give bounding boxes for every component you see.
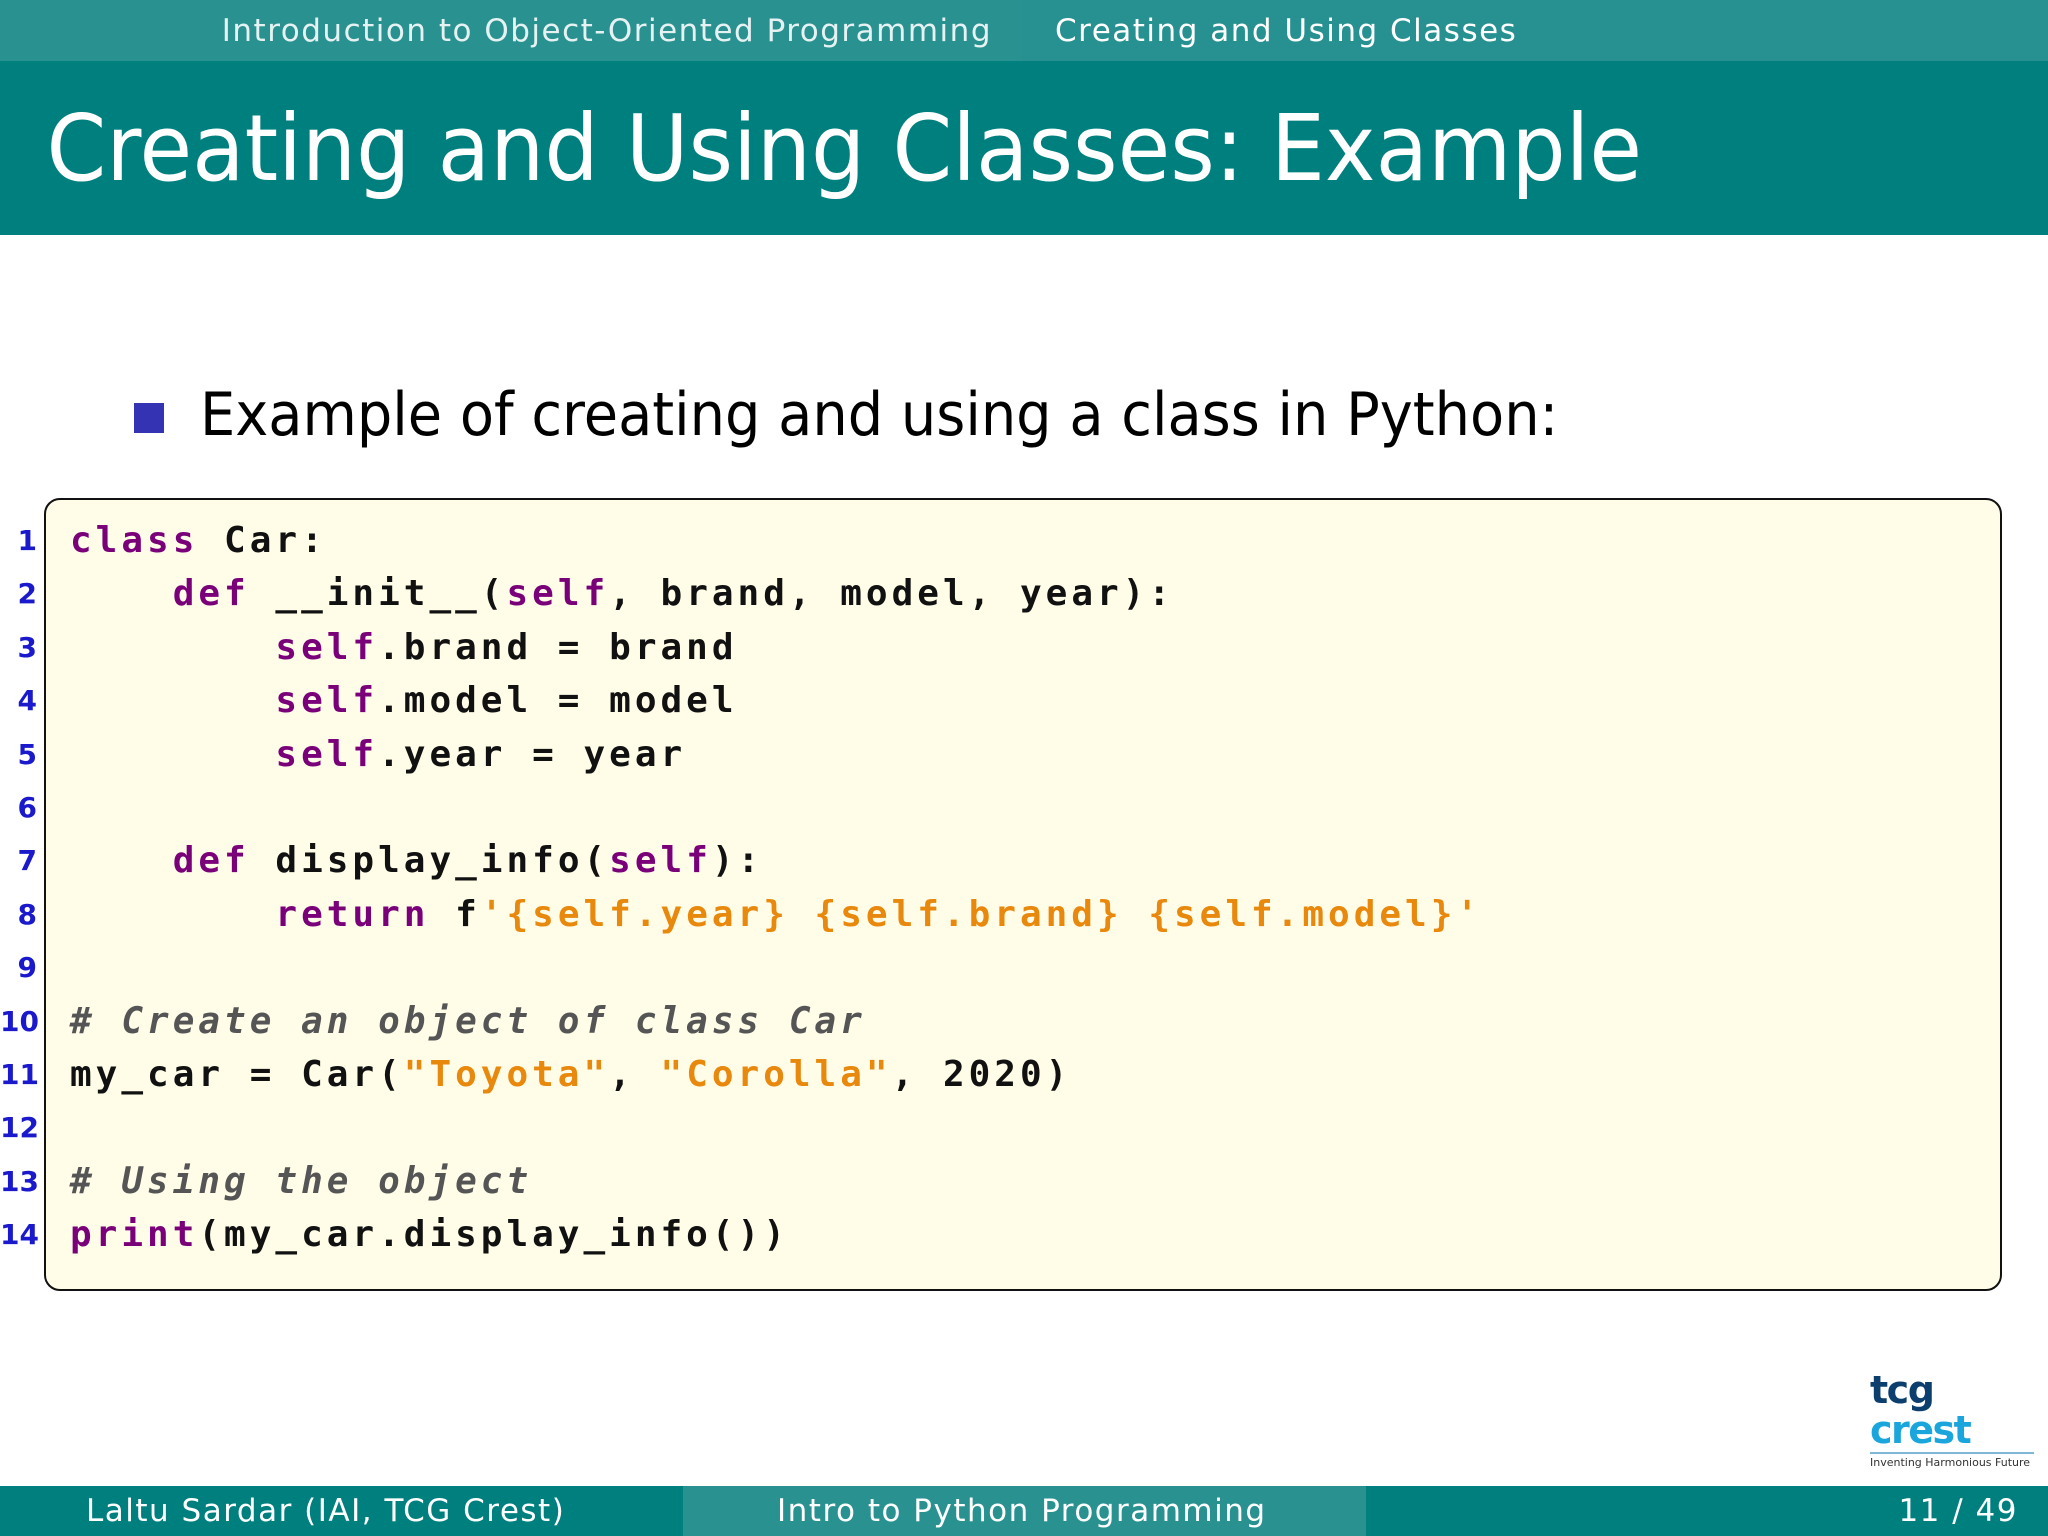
bullet-text: Example of creating and using a class in… <box>200 380 1559 450</box>
code-line: 14 print(my_car.display_info()) <box>0 1208 2048 1261</box>
code-line: 11 my_car = Car("Toyota", "Corolla", 2020… <box>0 1048 2048 1101</box>
code-line: 6 <box>0 781 2048 834</box>
code-keyword: print <box>70 1214 199 1256</box>
code-token: __init__( <box>249 573 507 615</box>
code-line: 7 def display_info(self): <box>0 834 2048 887</box>
code-text: self.brand = brand <box>70 621 738 674</box>
code-text: my_car = Car("Toyota", "Corolla", 2020) <box>70 1048 1071 1101</box>
code-token: f <box>429 893 481 935</box>
footer-course: Intro to Python Programming <box>683 1486 1366 1536</box>
code-keyword: self <box>506 573 610 615</box>
line-number: 2 <box>17 577 37 611</box>
code-keyword: self <box>275 733 379 775</box>
code-line: 3 self.brand = brand <box>0 621 2048 674</box>
footer-author: Laltu Sardar (IAI, TCG Crest) <box>0 1486 683 1536</box>
logo-tagline: Inventing Harmonious Future <box>1870 1456 2031 1469</box>
logo-name-part1: tcg <box>1870 1368 1935 1412</box>
code-text: self.year = year <box>70 728 686 781</box>
code-text: def display_info(self): <box>70 834 763 887</box>
footer: Laltu Sardar (IAI, TCG Crest) Intro to P… <box>0 1486 2048 1536</box>
code-token: Car: <box>198 520 327 561</box>
code-token: , <box>609 1053 661 1095</box>
code-text: self.model = model <box>70 674 738 727</box>
line-number: 8 <box>17 897 37 931</box>
code-text: def __init__(self, brand, model, year): <box>70 567 1174 620</box>
slide-title: Creating and Using Classes: Example <box>46 94 1643 202</box>
line-number: 14 <box>0 1218 39 1252</box>
code-token: , 2020) <box>891 1053 1072 1095</box>
code-text: print(my_car.display_info()) <box>70 1208 789 1261</box>
code-token: .brand = brand <box>378 626 738 668</box>
line-number: 3 <box>17 630 37 664</box>
code-line: 13 # Using the object <box>0 1155 2048 1208</box>
code-token: ): <box>711 840 764 882</box>
code-keyword: self <box>275 680 379 722</box>
code-keyword: def <box>172 573 250 615</box>
line-number: 6 <box>17 790 37 824</box>
header-nav: Introduction to Object-Oriented Programm… <box>0 0 2048 61</box>
code-keyword: self <box>275 626 379 668</box>
code-line: 8 return f'{self.year} {self.brand} {sel… <box>0 888 2048 941</box>
code-listing: 1 class Car: 2 def __init__(self, brand, m… <box>0 514 2048 1261</box>
code-keyword: self <box>609 840 712 882</box>
code-line: 9 <box>0 941 2048 994</box>
code-text: return f'{self.year} {self.brand} {self.… <box>70 888 1482 941</box>
footer-page-number: 11 / 49 <box>1366 1486 2048 1536</box>
line-number: 12 <box>0 1111 39 1145</box>
code-string: "Corolla" <box>660 1053 892 1095</box>
code-line: 2 def __init__(self, brand, model, year)… <box>0 567 2048 620</box>
nav-subsection-link[interactable]: Creating and Using Classes <box>1022 0 2048 61</box>
code-token: display_info( <box>249 840 610 882</box>
line-number: 5 <box>17 737 37 771</box>
code-keyword: def <box>172 840 250 882</box>
code-line: 5 self.year = year <box>0 728 2048 781</box>
code-keyword: class <box>70 520 199 561</box>
code-text: class Car: <box>70 514 327 567</box>
code-token: .model = model <box>378 680 738 722</box>
code-line: 1 class Car: <box>0 514 2048 567</box>
line-number: 1 <box>17 524 37 557</box>
code-string: "Toyota" <box>403 1053 610 1095</box>
tcg-crest-logo: tcg crest Inventing Harmonious Future <box>1870 1368 2034 1469</box>
line-number: 4 <box>17 684 37 718</box>
code-text: # Create an object of class Car <box>70 995 866 1048</box>
code-token: (my_car.display_info()) <box>198 1214 789 1256</box>
line-number: 7 <box>17 844 37 878</box>
code-keyword: return <box>275 893 430 935</box>
code-line: 4 self.model = model <box>0 674 2048 727</box>
nav-section-link[interactable]: Introduction to Object-Oriented Programm… <box>0 0 1022 61</box>
code-comment: # Create an object of class Car <box>70 1000 866 1042</box>
code-token: .year = year <box>378 733 687 775</box>
line-number: 11 <box>0 1057 39 1091</box>
line-number: 13 <box>0 1164 39 1198</box>
code-comment: # Using the object <box>70 1160 533 1202</box>
code-token: my_car = Car( <box>70 1053 404 1095</box>
bullet-square-icon <box>134 403 164 433</box>
code-text: # Using the object <box>70 1155 532 1208</box>
code-line: 12 <box>0 1101 2048 1154</box>
logo-name-part2: crest <box>1870 1408 1972 1452</box>
code-line: 10 # Create an object of class Car <box>0 995 2048 1048</box>
line-number: 9 <box>17 951 37 985</box>
code-token: , brand, model, year): <box>609 573 1175 615</box>
line-number: 10 <box>0 1004 39 1038</box>
logo-rule <box>1870 1452 2034 1454</box>
code-string: '{self.year} {self.brand} {self.model}' <box>480 893 1483 935</box>
bullet-item: Example of creating and using a class in… <box>134 380 1661 450</box>
title-bar: Creating and Using Classes: Example <box>0 61 2048 235</box>
